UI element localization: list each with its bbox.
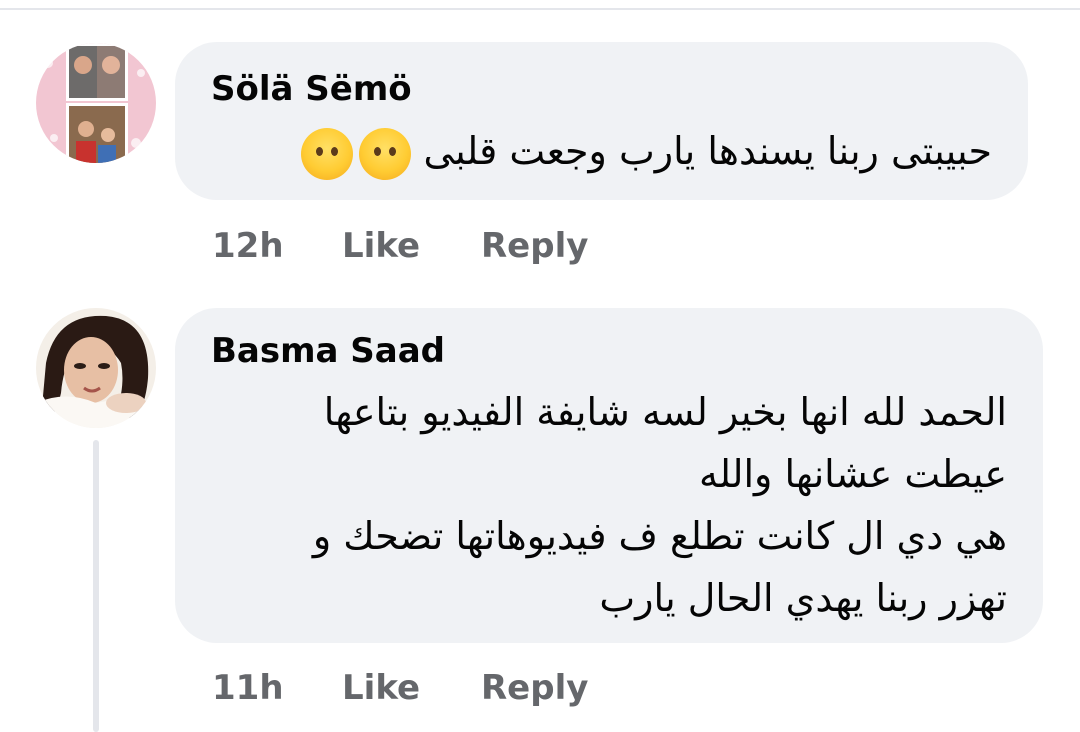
avatar[interactable]: [36, 43, 156, 163]
comment-line: تهزر ربنا يهدي الحال يارب: [599, 576, 1007, 620]
reply-thread-line: [93, 440, 99, 732]
comment-timestamp[interactable]: 12h: [212, 226, 284, 266]
comment-bubble: Sölä Sëmö حبيبتى ربنا يسندها يارب وجعت ق…: [175, 42, 1028, 200]
comment-line: حبيبتى ربنا يسندها يارب وجعت قلبى: [423, 129, 992, 173]
comment-bubble: Basma Saad الحمد لله انها بخير لسه شايفة…: [175, 308, 1043, 643]
comment-text: الحمد لله انها بخير لسه شايفة الفيديو بت…: [313, 381, 1007, 629]
comment-line: هي دي ال كانت تطلع ف فيديوهاتها تضحك و: [312, 514, 1007, 558]
comment-author[interactable]: Sölä Sëmö: [211, 69, 412, 109]
face-without-mouth-icon: [359, 127, 412, 180]
face-without-mouth-icon: [301, 127, 354, 180]
reply-button[interactable]: Reply: [481, 226, 588, 266]
like-button[interactable]: Like: [342, 668, 420, 708]
comment-author[interactable]: Basma Saad: [211, 331, 445, 371]
comment-text: حبيبتى ربنا يسندها يارب وجعت قلبى: [295, 120, 992, 182]
reply-button[interactable]: Reply: [481, 668, 588, 708]
top-divider: [0, 8, 1080, 10]
comment-line: الحمد لله انها بخير لسه شايفة الفيديو بت…: [323, 390, 1007, 434]
comment-timestamp[interactable]: 11h: [212, 668, 284, 708]
like-button[interactable]: Like: [342, 226, 420, 266]
comment-line: عيطت عشانها والله: [698, 452, 1007, 496]
avatar[interactable]: [36, 308, 156, 428]
